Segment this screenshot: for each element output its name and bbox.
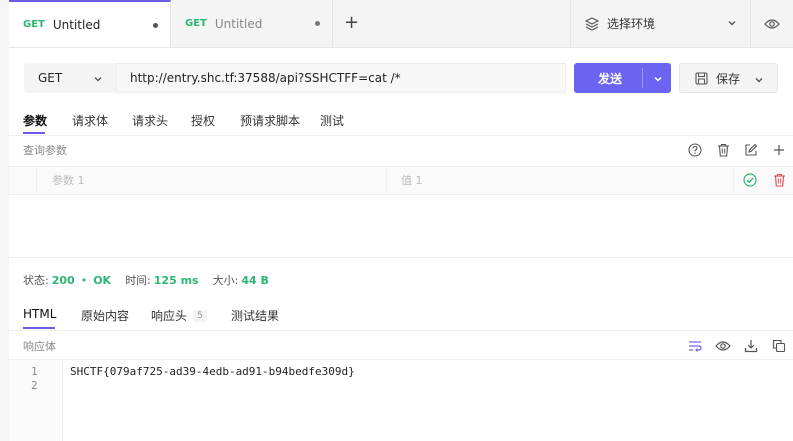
- url-value: http://entry.shc.tf:37588/api?SSHCTFF=ca…: [130, 71, 401, 85]
- tab-auth[interactable]: 授权: [191, 112, 215, 129]
- check-circle-icon: [743, 173, 757, 187]
- active-tab-indicator: [23, 132, 45, 134]
- status-label: 状态:: [23, 274, 49, 287]
- wrap-lines-button[interactable]: [686, 337, 704, 355]
- tab-html[interactable]: HTML: [23, 307, 56, 321]
- divider: [9, 135, 793, 136]
- chevron-down-icon: [755, 78, 763, 83]
- wrap-icon: [689, 341, 702, 352]
- tab-body[interactable]: 请求体: [72, 112, 108, 129]
- active-response-tab-indicator: [23, 327, 55, 329]
- param-value-placeholder: 值 1: [401, 173, 423, 187]
- add-param-button[interactable]: [770, 141, 788, 159]
- divider: [9, 257, 793, 258]
- method-select[interactable]: GET: [24, 63, 116, 93]
- chevron-down-icon: [726, 17, 738, 32]
- eye-icon: [764, 18, 780, 30]
- tab-method: GET: [185, 18, 207, 29]
- tab-method: GET: [23, 19, 45, 30]
- tab-html-label: HTML: [23, 307, 57, 321]
- download-icon: [744, 340, 758, 353]
- status-text: OK: [93, 273, 112, 287]
- line-number: 1: [31, 365, 38, 378]
- edit-icon: [745, 143, 758, 156]
- chevron-down-icon[interactable]: [652, 73, 664, 85]
- response-body-label: 响应体: [23, 340, 56, 353]
- status-code: 200: [51, 273, 75, 287]
- unsaved-dot-icon: [315, 21, 320, 26]
- copy-button[interactable]: [770, 337, 788, 355]
- save-button[interactable]: 保存: [679, 63, 778, 93]
- tab-test-results-label: 测试结果: [231, 309, 280, 323]
- tab-title: Untitled: [52, 17, 101, 32]
- copy-icon: [772, 339, 786, 353]
- layers-icon: [585, 16, 599, 31]
- environment-label: 选择环境: [607, 17, 656, 31]
- tab-pre-request-script[interactable]: 预请求脚本: [240, 112, 300, 129]
- tab-raw-label: 原始内容: [81, 309, 130, 323]
- param-enable-toggle[interactable]: [741, 171, 759, 189]
- url-input[interactable]: http://entry.shc.tf:37588/api?SSHCTFF=ca…: [116, 63, 566, 93]
- tab-response-headers[interactable]: 响应头 5: [151, 307, 207, 324]
- divider: [9, 359, 793, 360]
- trash-icon: [717, 143, 729, 157]
- tab-headers[interactable]: 请求头: [132, 112, 168, 129]
- header-count-badge: 5: [193, 309, 207, 322]
- divider: [9, 330, 793, 331]
- send-divider: [642, 68, 643, 88]
- tab-untitled-2[interactable]: GET Untitled: [171, 0, 333, 47]
- line-number: 2: [31, 379, 38, 392]
- query-params-label: 查询参数: [23, 144, 67, 157]
- param-delete-button[interactable]: [770, 171, 788, 189]
- tab-test-results[interactable]: 测试结果: [231, 307, 279, 324]
- help-icon: [688, 143, 702, 157]
- size-label: 大小:: [212, 274, 239, 287]
- time-label: 时间:: [125, 274, 151, 287]
- eye-icon: [715, 341, 731, 351]
- method-value: GET: [38, 71, 63, 85]
- help-button[interactable]: [686, 141, 704, 159]
- tab-response-headers-label: 响应头: [151, 309, 188, 323]
- tab-untitled-1[interactable]: GET Untitled: [9, 0, 171, 47]
- send-label: 发送: [598, 71, 623, 86]
- left-gutter: [0, 0, 9, 441]
- response-body-text[interactable]: SHCTF{079af725-ad39-4edb-ad91-b94bedfe30…: [70, 365, 355, 378]
- save-icon: [695, 71, 708, 85]
- param-key-input[interactable]: 参数 1: [37, 166, 387, 193]
- param-value-input[interactable]: 值 1: [387, 166, 734, 193]
- send-button[interactable]: 发送: [574, 63, 671, 93]
- response-status: 状态: 200 • OK 时间: 125 ms 大小: 44 B: [23, 272, 269, 288]
- tab-title: Untitled: [214, 16, 263, 31]
- delete-all-button[interactable]: [714, 141, 732, 159]
- code-line: SHCTF{079af725-ad39-4edb-ad91-b94bedfe30…: [70, 365, 355, 378]
- download-button[interactable]: [742, 337, 760, 355]
- save-label: 保存: [716, 71, 741, 86]
- time-value: 125 ms: [153, 273, 199, 287]
- tab-tests[interactable]: 测试: [320, 112, 344, 129]
- unsaved-dot-icon: [153, 23, 158, 28]
- plus-icon: [774, 145, 784, 155]
- new-tab-button[interactable]: +: [344, 14, 359, 32]
- bulk-edit-button[interactable]: [742, 141, 760, 159]
- status-separator: •: [80, 273, 88, 287]
- tab-raw[interactable]: 原始内容: [81, 307, 129, 324]
- preview-button[interactable]: [714, 337, 732, 355]
- chevron-down-icon: [94, 77, 102, 82]
- param-key-placeholder: 参数 1: [52, 173, 85, 187]
- size-value: 44 B: [241, 273, 269, 287]
- trash-icon: [773, 173, 785, 187]
- environment-view-button[interactable]: [750, 0, 793, 47]
- tab-params[interactable]: 参数: [23, 112, 47, 129]
- environment-selector[interactable]: 选择环境: [570, 0, 750, 47]
- param-checkbox-cell[interactable]: [9, 166, 37, 193]
